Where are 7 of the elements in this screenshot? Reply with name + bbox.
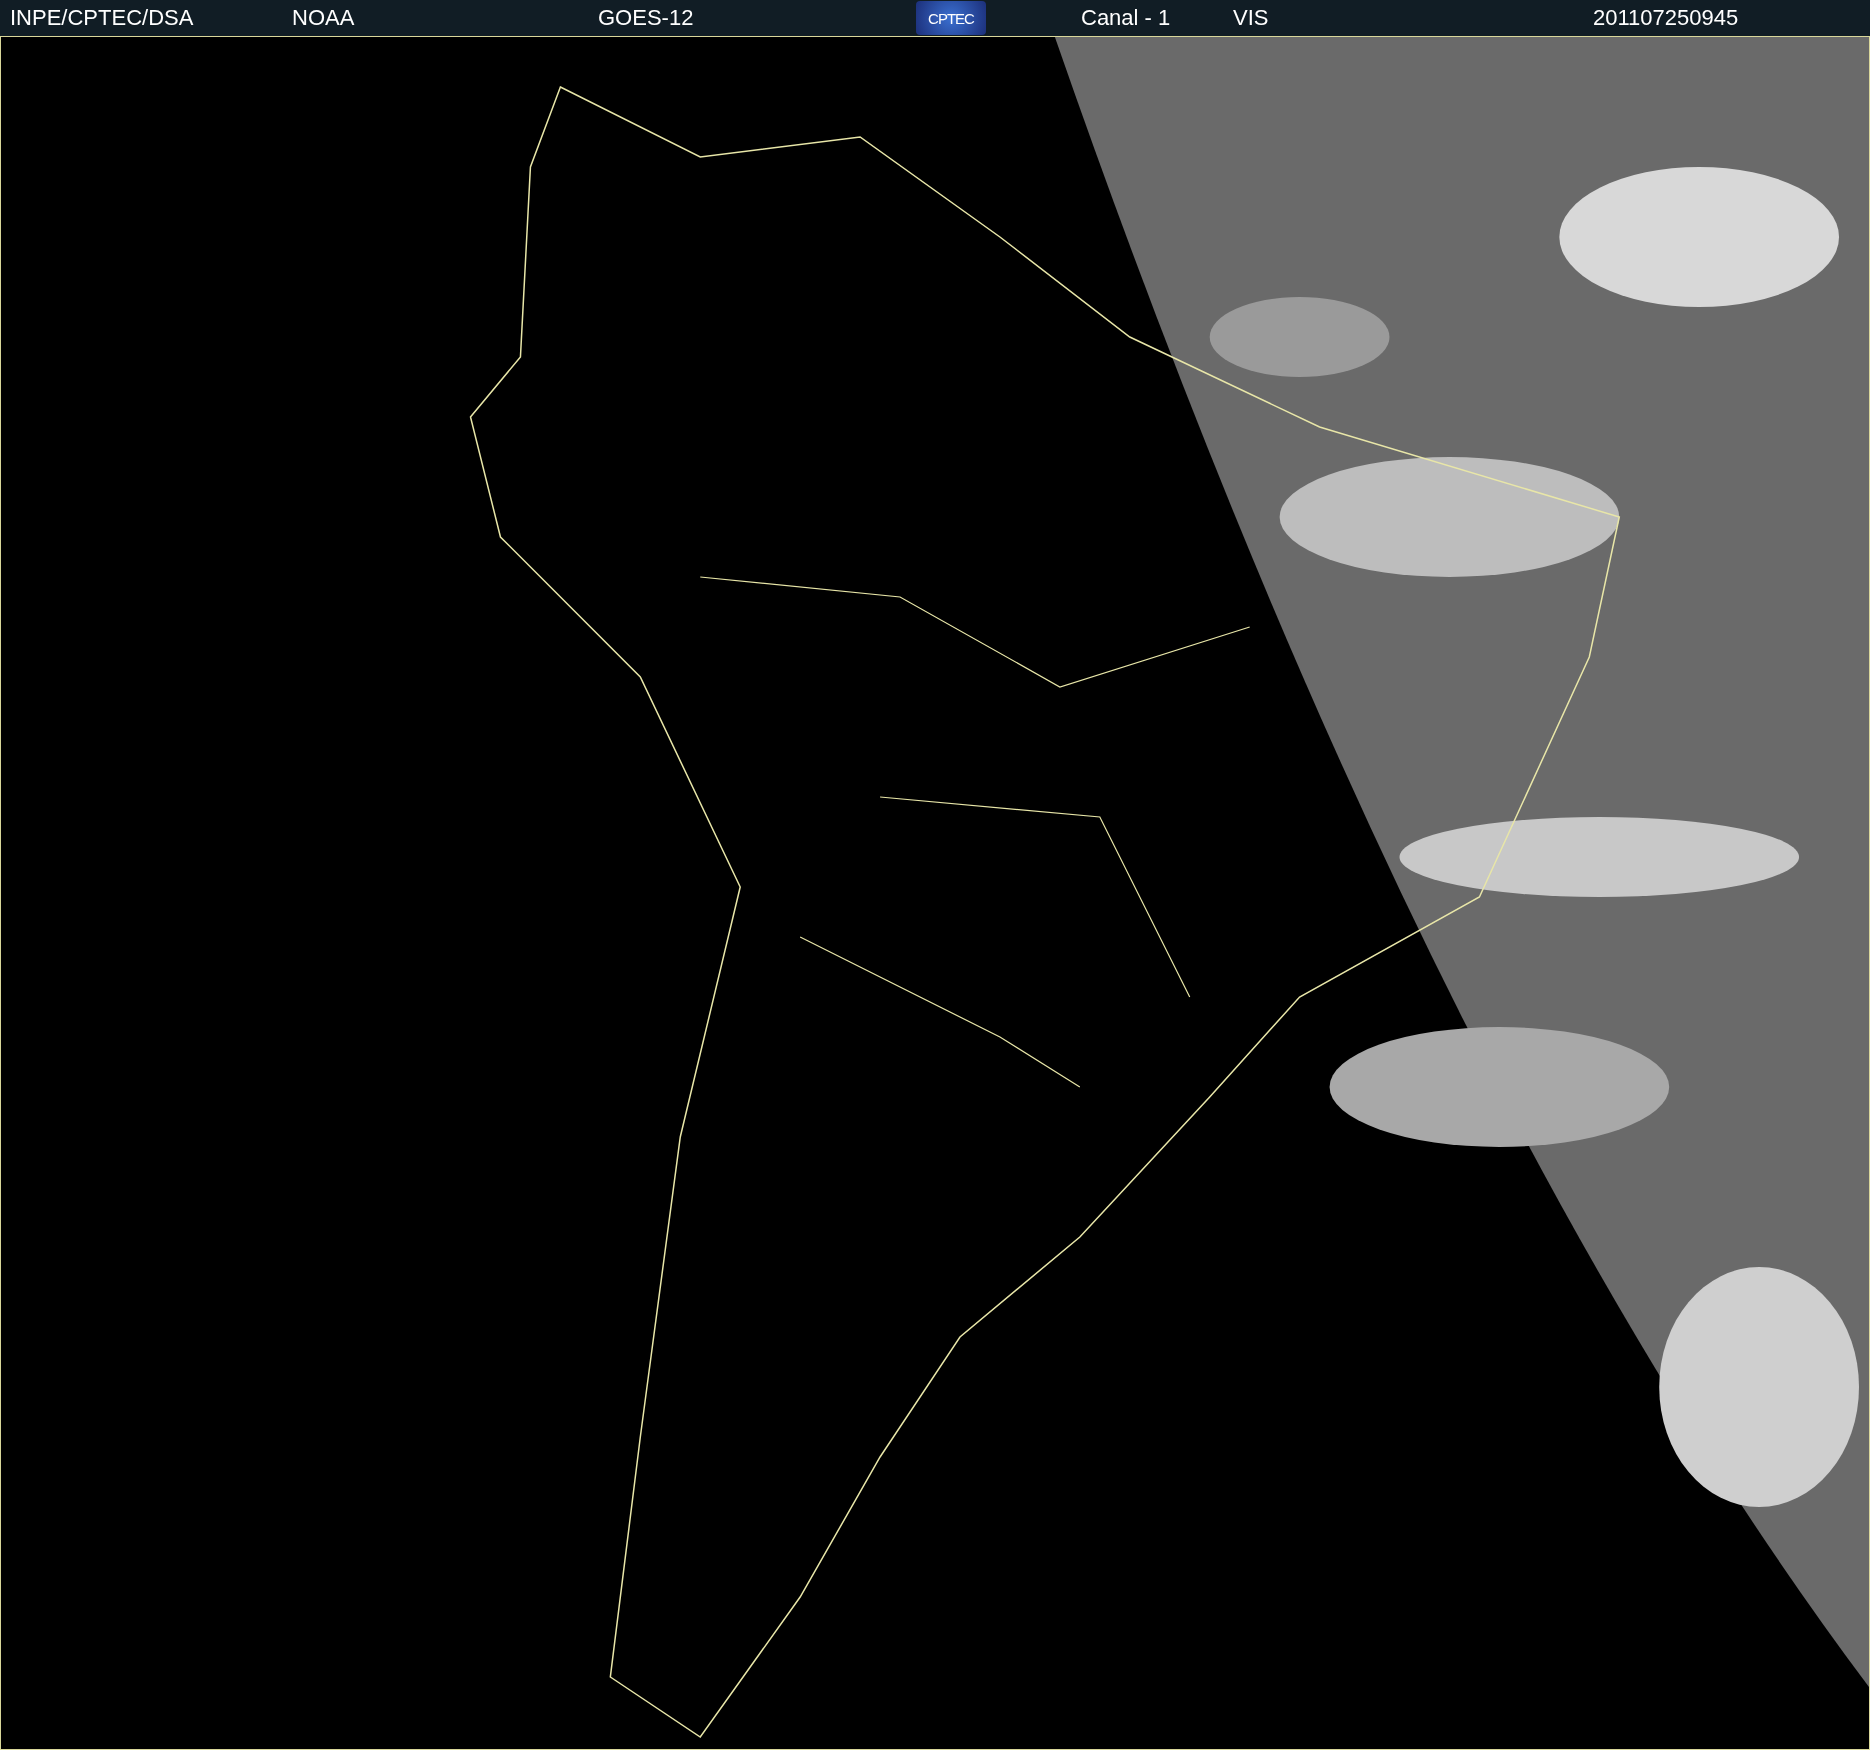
agency-label: INPE/CPTEC/DSA (10, 5, 194, 30)
satellite-label: GOES-12 (598, 5, 694, 30)
timestamp-label: 201107250945 (1593, 5, 1739, 30)
channel-label: Canal - 1 (1081, 5, 1171, 30)
band-label: VIS (1233, 5, 1269, 30)
logo: CPTEC (916, 1, 986, 35)
operator-label: NOAA (292, 5, 355, 30)
